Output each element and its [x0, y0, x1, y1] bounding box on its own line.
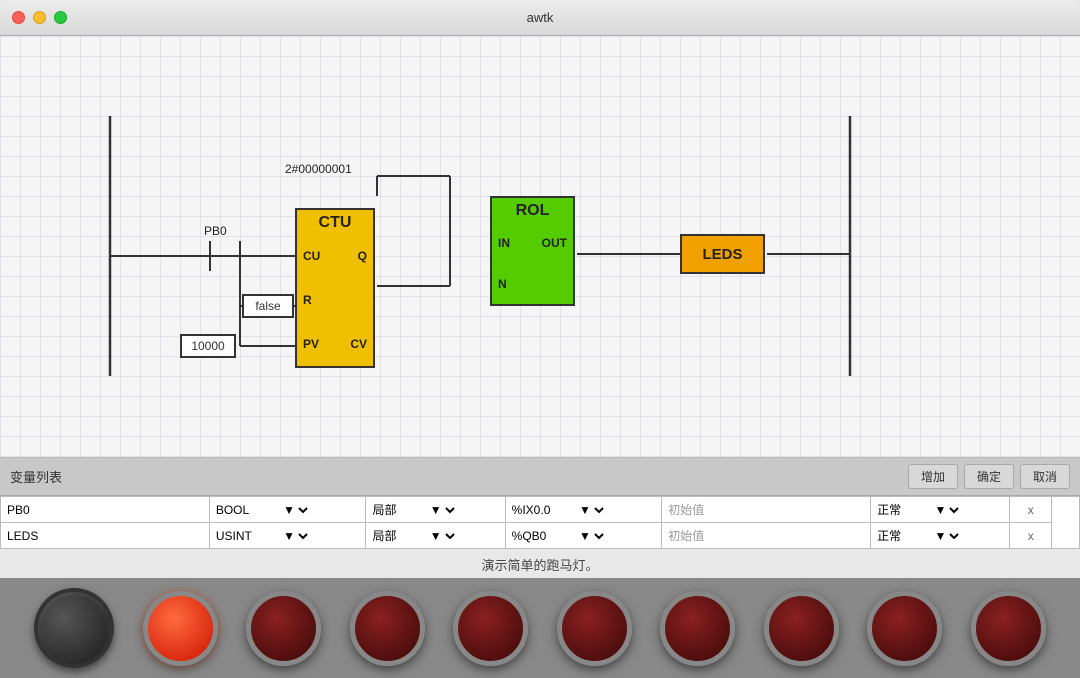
titlebar: awtk: [0, 0, 1080, 36]
ctu-row-cu-q: CU Q: [297, 249, 373, 263]
button-dark-8[interactable]: [971, 591, 1046, 666]
button-dark-3[interactable]: [453, 591, 528, 666]
ctu-row-pv-cv: PV CV: [297, 337, 373, 351]
var-scope-input-1[interactable]: [372, 528, 422, 542]
var-type-cell-0: ▼: [209, 497, 366, 523]
cancel-button[interactable]: 取消: [1020, 464, 1070, 489]
button-dark-1[interactable]: [246, 591, 321, 666]
button-dark-6[interactable]: [764, 591, 839, 666]
variable-table-title: 变量列表: [10, 467, 62, 486]
joystick[interactable]: [34, 588, 114, 668]
value-10000-label: 10000: [191, 339, 224, 353]
add-variable-button[interactable]: 增加: [908, 464, 958, 489]
bottom-controls-area: [0, 578, 1080, 678]
var-status-input-0[interactable]: [877, 502, 927, 516]
main-area: PB0 2#00000001 false 10000 CTU CU Q R: [0, 36, 1080, 678]
table-row: ▼ ▼ ▼ 初始值 ▼ x: [1, 497, 1080, 523]
window-title: awtk: [527, 10, 554, 25]
var-address-cell-0: ▼: [505, 497, 662, 523]
button-dark-5[interactable]: [660, 591, 735, 666]
var-address-select-1[interactable]: ▼: [575, 528, 607, 544]
scrollbar[interactable]: [1052, 497, 1080, 549]
variable-table: ▼ ▼ ▼ 初始值 ▼ x: [0, 496, 1080, 549]
var-type-select-0[interactable]: ▼: [279, 502, 311, 518]
button-dark-7[interactable]: [867, 591, 942, 666]
rol-row-n: N: [492, 277, 573, 291]
leds-block: LEDS: [680, 234, 765, 274]
var-scope-input-0[interactable]: [372, 502, 422, 516]
ctu-cu-label: CU: [303, 249, 320, 263]
ctu-pv-label: PV: [303, 337, 319, 351]
var-name-input-1[interactable]: [7, 529, 203, 543]
var-status-input-1[interactable]: [877, 528, 927, 542]
ladder-wires: [0, 36, 960, 396]
close-button[interactable]: [12, 11, 25, 24]
ctu-r-label: R: [303, 293, 312, 307]
table-row: ▼ ▼ ▼ 初始值 ▼ x: [1, 523, 1080, 549]
var-init-cell-1: 初始值: [662, 523, 871, 549]
description-text: 演示简单的跑马灯。: [0, 549, 1080, 578]
var-scope-cell-0: ▼: [366, 497, 505, 523]
ctu-ports: CU Q R PV CV: [297, 234, 373, 366]
value-10000-contact: 10000: [180, 334, 236, 358]
var-scope-cell-1: ▼: [366, 523, 505, 549]
rol-row-in-out: IN OUT: [492, 236, 573, 250]
rol-n-label: N: [498, 277, 507, 291]
var-init-label-0: 初始值: [668, 503, 704, 517]
rol-title: ROL: [516, 198, 550, 222]
var-init-cell-0: 初始值: [662, 497, 871, 523]
var-type-select-1[interactable]: ▼: [279, 528, 311, 544]
var-status-select-0[interactable]: ▼: [930, 502, 962, 518]
maximize-button[interactable]: [54, 11, 67, 24]
var-address-input-0[interactable]: [512, 503, 572, 517]
var-type-input-0[interactable]: [216, 503, 276, 517]
ctu-block: CTU CU Q R PV CV: [295, 208, 375, 368]
button-dark-2[interactable]: [350, 591, 425, 666]
variable-table-actions: 增加 确定 取消: [908, 464, 1070, 489]
button-dark-4[interactable]: [557, 591, 632, 666]
pb0-label: PB0: [204, 224, 227, 238]
var-type-cell-1: ▼: [209, 523, 366, 549]
ctu-cv-label: CV: [350, 337, 367, 351]
var-status-cell-1: ▼: [871, 523, 1010, 549]
var-scope-select-1[interactable]: ▼: [426, 528, 458, 544]
leds-label: LEDS: [702, 246, 742, 263]
rol-out-label: OUT: [542, 236, 567, 250]
var-name-cell-0: [1, 497, 210, 523]
var-name-input-0[interactable]: [7, 503, 203, 517]
var-address-input-1[interactable]: [512, 529, 572, 543]
var-address-cell-1: ▼: [505, 523, 662, 549]
false-contact: false: [242, 294, 294, 318]
false-label: false: [255, 299, 280, 313]
rol-ports: IN OUT N: [492, 222, 573, 304]
rol-in-label: IN: [498, 236, 510, 250]
ctu-title: CTU: [319, 210, 352, 234]
var-delete-cell-1[interactable]: x: [1010, 523, 1052, 549]
var-init-label-1: 初始值: [668, 529, 704, 543]
var-status-cell-0: ▼: [871, 497, 1010, 523]
var-address-select-0[interactable]: ▼: [575, 502, 607, 518]
var-name-cell-1: [1, 523, 210, 549]
var-status-select-1[interactable]: ▼: [930, 528, 962, 544]
var-delete-cell-0[interactable]: x: [1010, 497, 1052, 523]
ctu-row-r: R: [297, 293, 373, 307]
variable-table-header: 变量列表 增加 确定 取消: [0, 458, 1080, 496]
ctu-q-label: Q: [358, 249, 367, 263]
value-2hash-label: 2#00000001: [285, 162, 352, 176]
button-red-lit[interactable]: [143, 591, 218, 666]
diagram-area: PB0 2#00000001 false 10000 CTU CU Q R: [0, 36, 1080, 457]
var-type-input-1[interactable]: [216, 529, 276, 543]
variable-table-container: 变量列表 增加 确定 取消 ▼ ▼: [0, 457, 1080, 549]
confirm-button[interactable]: 确定: [964, 464, 1014, 489]
var-scope-select-0[interactable]: ▼: [426, 502, 458, 518]
traffic-lights: [12, 11, 67, 24]
minimize-button[interactable]: [33, 11, 46, 24]
rol-block: ROL IN OUT N: [490, 196, 575, 306]
